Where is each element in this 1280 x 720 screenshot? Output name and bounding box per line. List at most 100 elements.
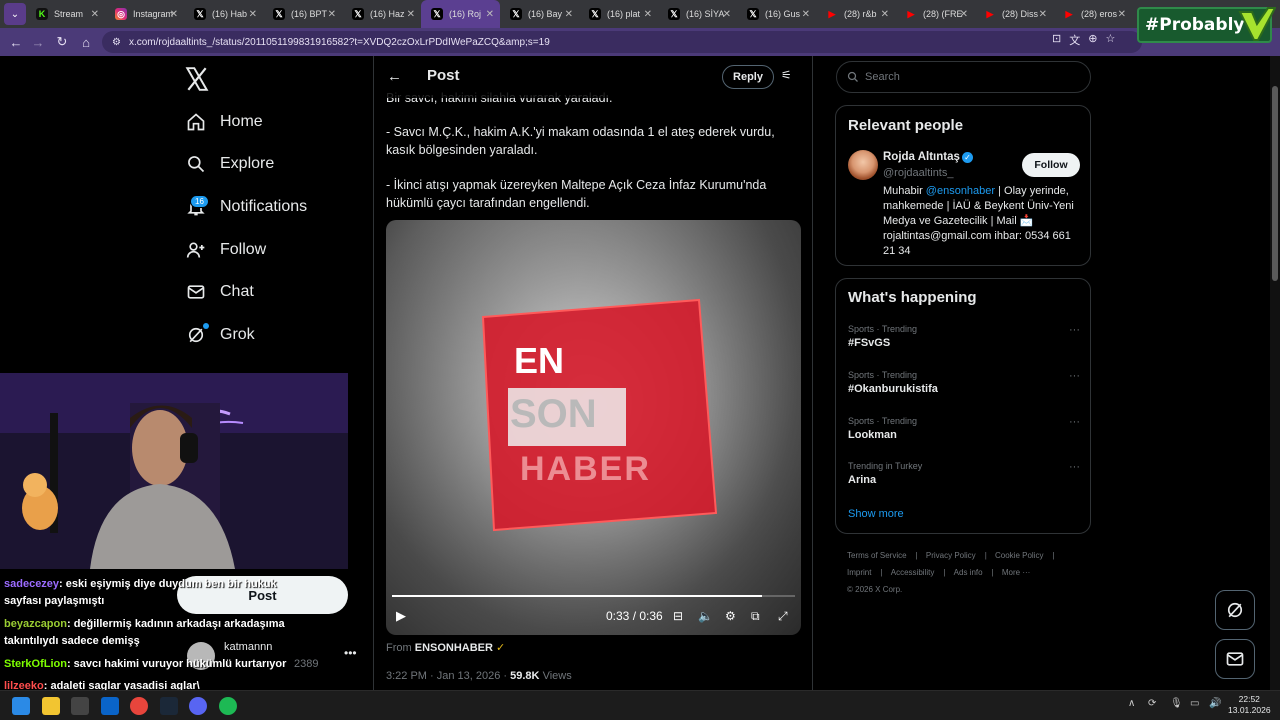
page-scrollbar[interactable] <box>1270 56 1280 690</box>
close-tab-icon[interactable]: ✕ <box>723 9 731 20</box>
play-icon[interactable]: ▶ <box>396 608 406 624</box>
close-tab-icon[interactable]: ✕ <box>486 9 494 20</box>
close-tab-icon[interactable]: ✕ <box>960 9 968 20</box>
pip-icon[interactable]: ⧉ <box>751 609 760 624</box>
browser-tab[interactable]: 𝕏 (16) Gus ✕ <box>737 0 816 28</box>
trend-item[interactable]: Trending in Turkey Arina ··· <box>848 461 1080 486</box>
grok-float-button[interactable] <box>1215 590 1255 630</box>
more-icon[interactable]: ··· <box>1069 324 1080 336</box>
volume-tray-icon[interactable]: 🔊 <box>1209 698 1221 709</box>
sync-icon[interactable]: ⟳ <box>1148 698 1156 709</box>
reply-button[interactable]: Reply <box>722 65 774 89</box>
footer-link[interactable]: Terms of Service <box>847 551 907 560</box>
system-clock[interactable]: 22:52 13.01.2026 <box>1228 694 1271 716</box>
footer-link[interactable]: Cookie Policy <box>995 551 1043 560</box>
browser-tab[interactable]: 𝕏 (16) plat ✕ <box>579 0 658 28</box>
volume-icon[interactable]: 🔈 <box>698 609 713 623</box>
trend-item[interactable]: Sports · Trending #FSvGS ··· <box>848 324 1080 349</box>
screen: ⌄ K Stream ✕ ◎ Instagram ✕ 𝕏 (16) Hab ✕ 𝕏 (16) BPT… <box>0 0 1280 720</box>
video-source-link[interactable]: ENSONHABER <box>415 642 493 654</box>
person-avatar[interactable] <box>848 150 878 180</box>
translate-icon[interactable]: 文 <box>1069 32 1080 48</box>
browser-tab[interactable]: ◎ Instagram ✕ <box>105 0 184 28</box>
close-tab-icon[interactable]: ✕ <box>881 9 889 20</box>
nav-grok[interactable]: Grok <box>186 319 255 351</box>
nav-chat[interactable]: Chat <box>186 276 254 308</box>
trend-item[interactable]: Sports · Trending Lookman ··· <box>848 416 1080 441</box>
settings-icon[interactable]: ⚙ <box>725 609 736 623</box>
close-tab-icon[interactable]: ✕ <box>1039 9 1047 20</box>
tab-search-button[interactable]: ⌄ <box>4 3 26 25</box>
forward-icon[interactable]: → <box>26 30 50 54</box>
close-tab-icon[interactable]: ✕ <box>565 9 573 20</box>
bookmark-star-icon[interactable]: ☆ <box>1105 32 1115 48</box>
browser-tab[interactable]: ▶ (28) r&b ✕ <box>816 0 895 28</box>
account-more-icon[interactable]: ••• <box>344 646 357 660</box>
close-tab-icon[interactable]: ✕ <box>328 9 336 20</box>
person-name[interactable]: Rojda Altıntaş <box>883 151 960 163</box>
store-icon[interactable] <box>71 697 89 715</box>
video-player[interactable]: EN SON HABER ▶ 0:33 / 0:36 ⊟ 🔈 ⚙ ⧉ ⤢ <box>386 220 801 635</box>
browser-tab[interactable]: 𝕏 (16) SİYA ✕ <box>658 0 737 28</box>
nav-explore[interactable]: Explore <box>186 148 274 180</box>
captions-icon[interactable]: ⊟ <box>673 609 683 623</box>
close-tab-icon[interactable]: ✕ <box>170 9 178 20</box>
back-arrow-icon[interactable]: ← <box>387 68 402 85</box>
more-icon[interactable]: ··· <box>1069 461 1080 473</box>
close-tab-icon[interactable]: ✕ <box>407 9 415 20</box>
nav-follow[interactable]: Follow <box>186 234 266 266</box>
scroll-thumb[interactable] <box>1272 86 1278 281</box>
show-more-link[interactable]: Show more <box>848 508 904 520</box>
browser-tab[interactable]: ▶ (28) (FRE ✕ <box>895 0 974 28</box>
spotify-icon[interactable] <box>219 697 237 715</box>
address-bar[interactable]: ⚙ x.com/rojdaaltints_/status/20110511998… <box>102 31 1142 53</box>
filter-icon[interactable]: ⚟ <box>781 68 792 82</box>
browser-tab[interactable]: K Stream ✕ <box>26 0 105 28</box>
home-browser-icon[interactable]: ⌂ <box>74 30 98 54</box>
file-explorer-icon[interactable] <box>42 697 60 715</box>
post-timestamp[interactable]: 3:22 PM · Jan 13, 2026 · <box>386 670 507 682</box>
windows-start-icon[interactable] <box>12 697 30 715</box>
browser-tab[interactable]: 𝕏 (16) BPT ✕ <box>263 0 342 28</box>
browser-tab[interactable]: ▶ (28) eros ✕ <box>1053 0 1132 28</box>
browser-tab[interactable]: 𝕏 (16) Bay ✕ <box>500 0 579 28</box>
install-icon[interactable]: ⊡ <box>1052 32 1061 48</box>
trend-item[interactable]: Sports · Trending #Okanburukistifa ··· <box>848 370 1080 395</box>
reload-icon[interactable]: ↻ <box>50 30 74 54</box>
close-tab-icon[interactable]: ✕ <box>91 9 99 20</box>
footer-link[interactable]: Ads info <box>954 568 983 577</box>
footer-link[interactable]: Accessibility <box>891 568 935 577</box>
browser-tab[interactable]: ▶ (28) Diss ✕ <box>974 0 1053 28</box>
person-handle[interactable]: @rojdaaltints_ <box>883 167 953 179</box>
zoom-icon[interactable]: ⊕ <box>1088 32 1097 48</box>
footer-link[interactable]: Imprint <box>847 568 871 577</box>
display-icon[interactable]: ▭ <box>1190 698 1199 709</box>
more-icon[interactable]: ··· <box>1069 416 1080 428</box>
footer-link[interactable]: More ··· <box>1002 568 1030 577</box>
more-icon[interactable]: ··· <box>1069 370 1080 382</box>
outlook-icon[interactable] <box>101 697 119 715</box>
video-progress-bar[interactable] <box>392 595 795 597</box>
discord-icon[interactable] <box>189 697 207 715</box>
close-tab-icon[interactable]: ✕ <box>644 9 652 20</box>
back-icon[interactable]: ← <box>4 30 28 54</box>
search-box[interactable]: Search <box>836 61 1091 93</box>
follow-button[interactable]: Follow <box>1022 153 1080 177</box>
messages-float-button[interactable] <box>1215 639 1255 679</box>
steam-icon[interactable] <box>160 697 178 715</box>
bio-mention-link[interactable]: @ensonhaber <box>926 185 995 197</box>
site-info-icon[interactable]: ⚙ <box>112 37 121 48</box>
tray-overflow-icon[interactable]: ∧ <box>1128 698 1135 709</box>
close-tab-icon[interactable]: ✕ <box>249 9 257 20</box>
close-tab-icon[interactable]: ✕ <box>1118 9 1126 20</box>
microphone-icon[interactable]: 🎙 <box>1170 698 1183 709</box>
nav-home[interactable]: Home <box>186 106 263 138</box>
footer-link[interactable]: Privacy Policy <box>926 551 976 560</box>
browser-tab[interactable]: 𝕏 (16) Haz ✕ <box>342 0 421 28</box>
close-tab-icon[interactable]: ✕ <box>802 9 810 20</box>
x-logo-icon[interactable] <box>184 66 210 92</box>
browser-tab[interactable]: 𝕏 (16) Roj ✕ <box>421 0 500 28</box>
chrome-icon[interactable] <box>130 697 148 715</box>
browser-tab[interactable]: 𝕏 (16) Hab ✕ <box>184 0 263 28</box>
fullscreen-icon[interactable]: ⤢ <box>778 609 788 624</box>
